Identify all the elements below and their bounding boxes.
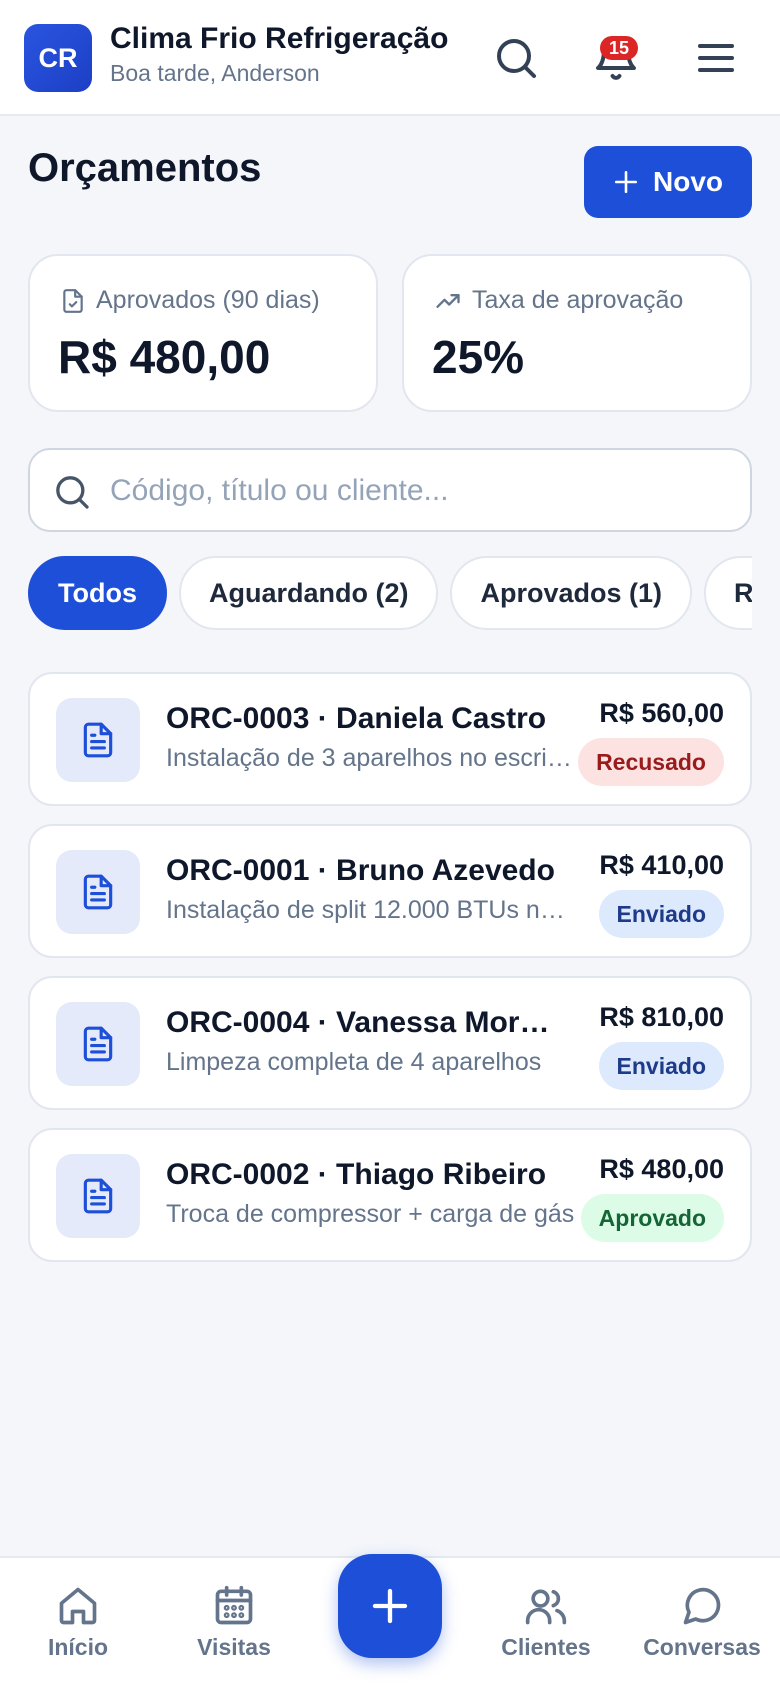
quote-card[interactable]: ORC-0003 · Daniela Castro Instalação de … [28,672,752,806]
quote-amount: R$ 480,00 [599,1154,724,1184]
search-icon [56,476,89,509]
calendar-icon [215,1585,253,1625]
quote-card[interactable]: ORC-0004 · Vanessa Moreira Limpeza compl… [28,976,752,1110]
quote-description: Limpeza completa de 4 aparelhos [166,1048,542,1076]
nav-label: Visitas [197,1634,271,1660]
document-icon [83,874,113,910]
notification-badge: 15 [600,36,638,60]
nav-item-clients[interactable]: Clientes [471,1584,621,1674]
app-header: CR Clima Frio Refrigeração Boa tarde, An… [0,0,780,116]
quote-title: ORC-0002 · Thiago Ribeiro [166,1158,547,1191]
search-icon[interactable] [492,34,540,82]
nav-label: Início [47,1634,109,1660]
nav-item-conversations[interactable]: Conversas [627,1584,777,1674]
search-box [28,448,752,532]
quote-card[interactable]: ORC-0002 · Thiago Ribeiro Troca de compr… [28,1128,752,1262]
filter-chips: TodosAguardando (2)Aprovados (1)Recusado… [28,556,752,632]
nav-label: Clientes [501,1634,591,1660]
search-input[interactable] [110,462,730,520]
status-badge: Aprovado [580,1194,724,1242]
status-badge: Enviado [598,1042,724,1090]
quote-amount: R$ 810,00 [599,1002,724,1032]
stat-value: 25% [432,331,525,383]
document-icon [83,1026,113,1062]
quote-title: ORC-0004 · Vanessa Moreira [166,1006,566,1039]
greeting-text: Boa tarde, Anderson [110,60,320,86]
new-quote-button[interactable]: Novo [584,146,752,218]
document-icon [83,722,113,758]
trending-up-icon [436,293,460,308]
add-fab-button[interactable] [338,1554,442,1658]
filter-chip-waiting[interactable]: Aguardando (2) [178,556,439,630]
nav-label: Conversas [643,1634,761,1660]
file-check-icon [63,288,83,313]
document-icon-box [56,1002,140,1086]
status-badge: Enviado [598,890,724,938]
quote-description: Instalação de split 12.000 BTUs no quart… [166,896,576,924]
quote-description: Troca de compressor + carga de gás [166,1200,575,1228]
quote-amount: R$ 410,00 [599,850,724,880]
quote-title: ORC-0001 · Bruno Azevedo [166,854,555,887]
document-icon-box [56,850,140,934]
stat-card-approval-rate: Taxa de aprovação 25% [402,254,752,412]
status-badge: Recusado [578,738,724,786]
stat-label: Taxa de aprovação [472,286,684,314]
menu-icon[interactable] [692,34,740,82]
stat-label: Aprovados (90 dias) [96,286,320,314]
stat-value: R$ 480,00 [58,331,271,383]
company-logo[interactable]: CR [24,24,92,92]
quote-title: ORC-0003 · Daniela Castro [166,702,547,735]
quote-description: Instalação de 3 aparelhos no escritório [166,744,576,772]
document-icon-box [56,1154,140,1238]
nav-item-visits[interactable]: Visitas [159,1584,309,1674]
home-icon [59,1587,97,1625]
document-icon [83,1178,113,1214]
page-title: Orçamentos [28,146,262,190]
filter-chip-refused[interactable]: Recusados (1) [704,556,752,630]
chat-bubble-icon [683,1587,721,1625]
users-icon [525,1589,567,1625]
filter-chip-all[interactable]: Todos [28,556,167,630]
quote-amount: R$ 560,00 [599,698,724,728]
quote-card[interactable]: ORC-0001 · Bruno Azevedo Instalação de s… [28,824,752,958]
document-icon-box [56,698,140,782]
new-quote-label: Novo [653,166,723,197]
filter-chip-approved[interactable]: Aprovados (1) [450,556,693,630]
plus-icon [372,1588,408,1624]
stat-card-approved: Aprovados (90 dias) R$ 480,00 [28,254,378,412]
nav-item-home[interactable]: Início [3,1584,153,1674]
company-name: Clima Frio Refrigeração [110,22,449,55]
plus-icon [614,170,638,194]
